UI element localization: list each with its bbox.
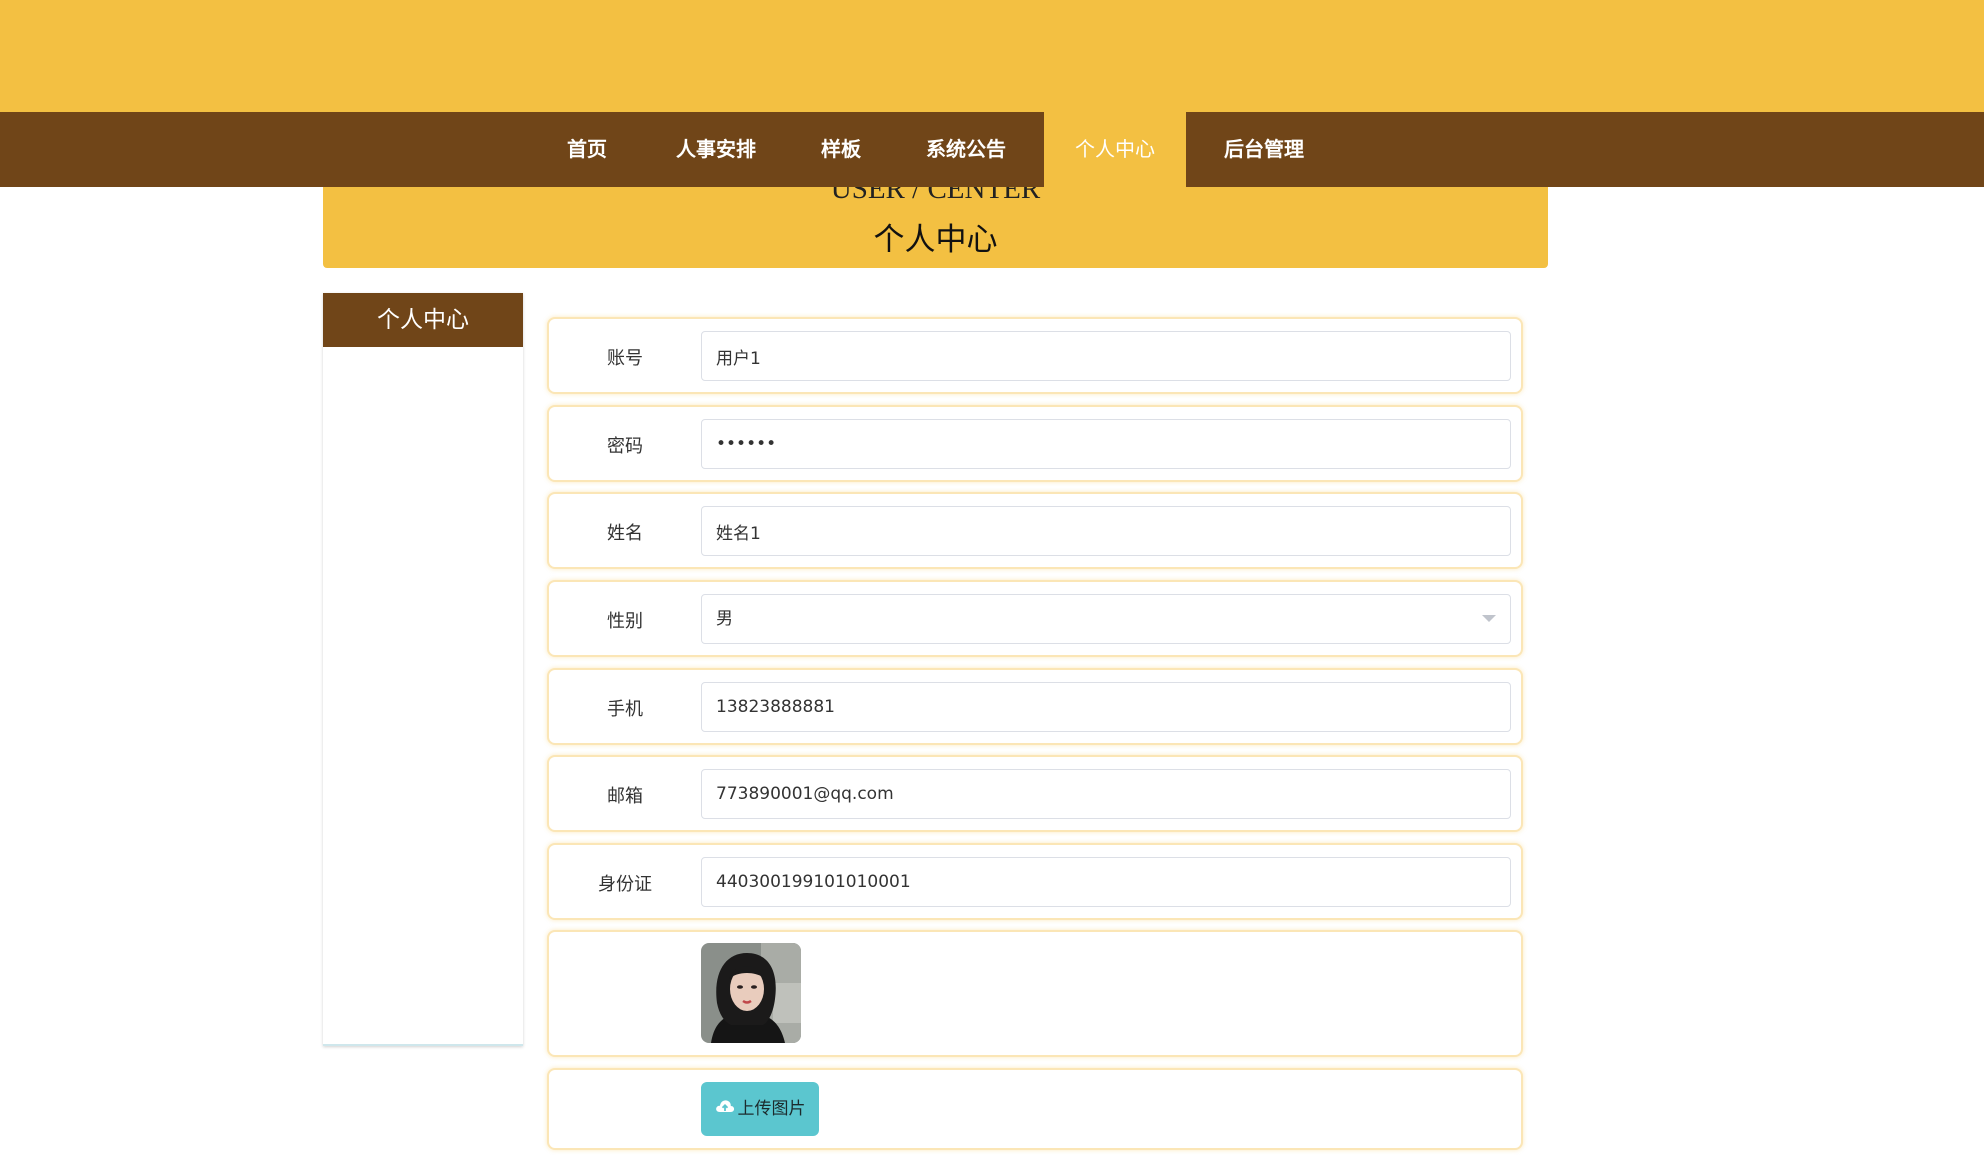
- account-field[interactable]: [701, 331, 1511, 381]
- form-row-name: 姓名: [547, 492, 1523, 569]
- nav-item-announcements[interactable]: 系统公告: [910, 112, 1022, 187]
- form-row-gender: 性别 男: [547, 580, 1523, 657]
- avatar: [701, 943, 801, 1043]
- password-label: 密码: [607, 436, 643, 457]
- form-row-avatar: [547, 930, 1523, 1057]
- phone-field[interactable]: [701, 682, 1511, 732]
- form-row-upload: 上传图片: [547, 1068, 1523, 1150]
- gender-label: 性别: [607, 611, 643, 632]
- page-banner: USER / CENTER 个人中心: [323, 173, 1548, 268]
- upload-button-label: 上传图片: [737, 1099, 806, 1119]
- upload-image-button[interactable]: 上传图片: [701, 1082, 819, 1136]
- email-label: 邮箱: [607, 786, 643, 807]
- gender-select[interactable]: 男: [701, 594, 1511, 644]
- nav-item-admin[interactable]: 后台管理: [1208, 112, 1320, 187]
- main-nav: 首页 人事安排 样板 系统公告 个人中心 后台管理: [0, 112, 1984, 187]
- nav-item-home[interactable]: 首页: [545, 112, 629, 187]
- nav-item-user-center[interactable]: 个人中心: [1044, 112, 1186, 187]
- form-row-email: 邮箱: [547, 755, 1523, 832]
- sidebar-title[interactable]: 个人中心: [323, 293, 523, 347]
- idcard-label: 身份证: [598, 874, 652, 895]
- idcard-field[interactable]: [701, 857, 1511, 907]
- cloud-upload-icon: [715, 1081, 735, 1135]
- email-field[interactable]: [701, 769, 1511, 819]
- form-row-password: 密码: [547, 405, 1523, 482]
- account-label: 账号: [607, 348, 643, 369]
- phone-label: 手机: [607, 699, 643, 720]
- chevron-down-icon: [1482, 615, 1496, 622]
- password-field[interactable]: [701, 419, 1511, 469]
- nav-item-personnel[interactable]: 人事安排: [660, 112, 772, 187]
- name-label: 姓名: [607, 523, 643, 544]
- sidebar: 个人中心: [323, 293, 523, 1046]
- form-row-account: 账号: [547, 317, 1523, 394]
- nav-item-templates[interactable]: 样板: [800, 112, 882, 187]
- form-row-idcard: 身份证: [547, 843, 1523, 920]
- name-field[interactable]: [701, 506, 1511, 556]
- gender-selected-value: 男: [716, 609, 733, 629]
- page-title: 个人中心: [873, 222, 998, 258]
- form-row-phone: 手机: [547, 668, 1523, 745]
- header-band: [0, 0, 1984, 112]
